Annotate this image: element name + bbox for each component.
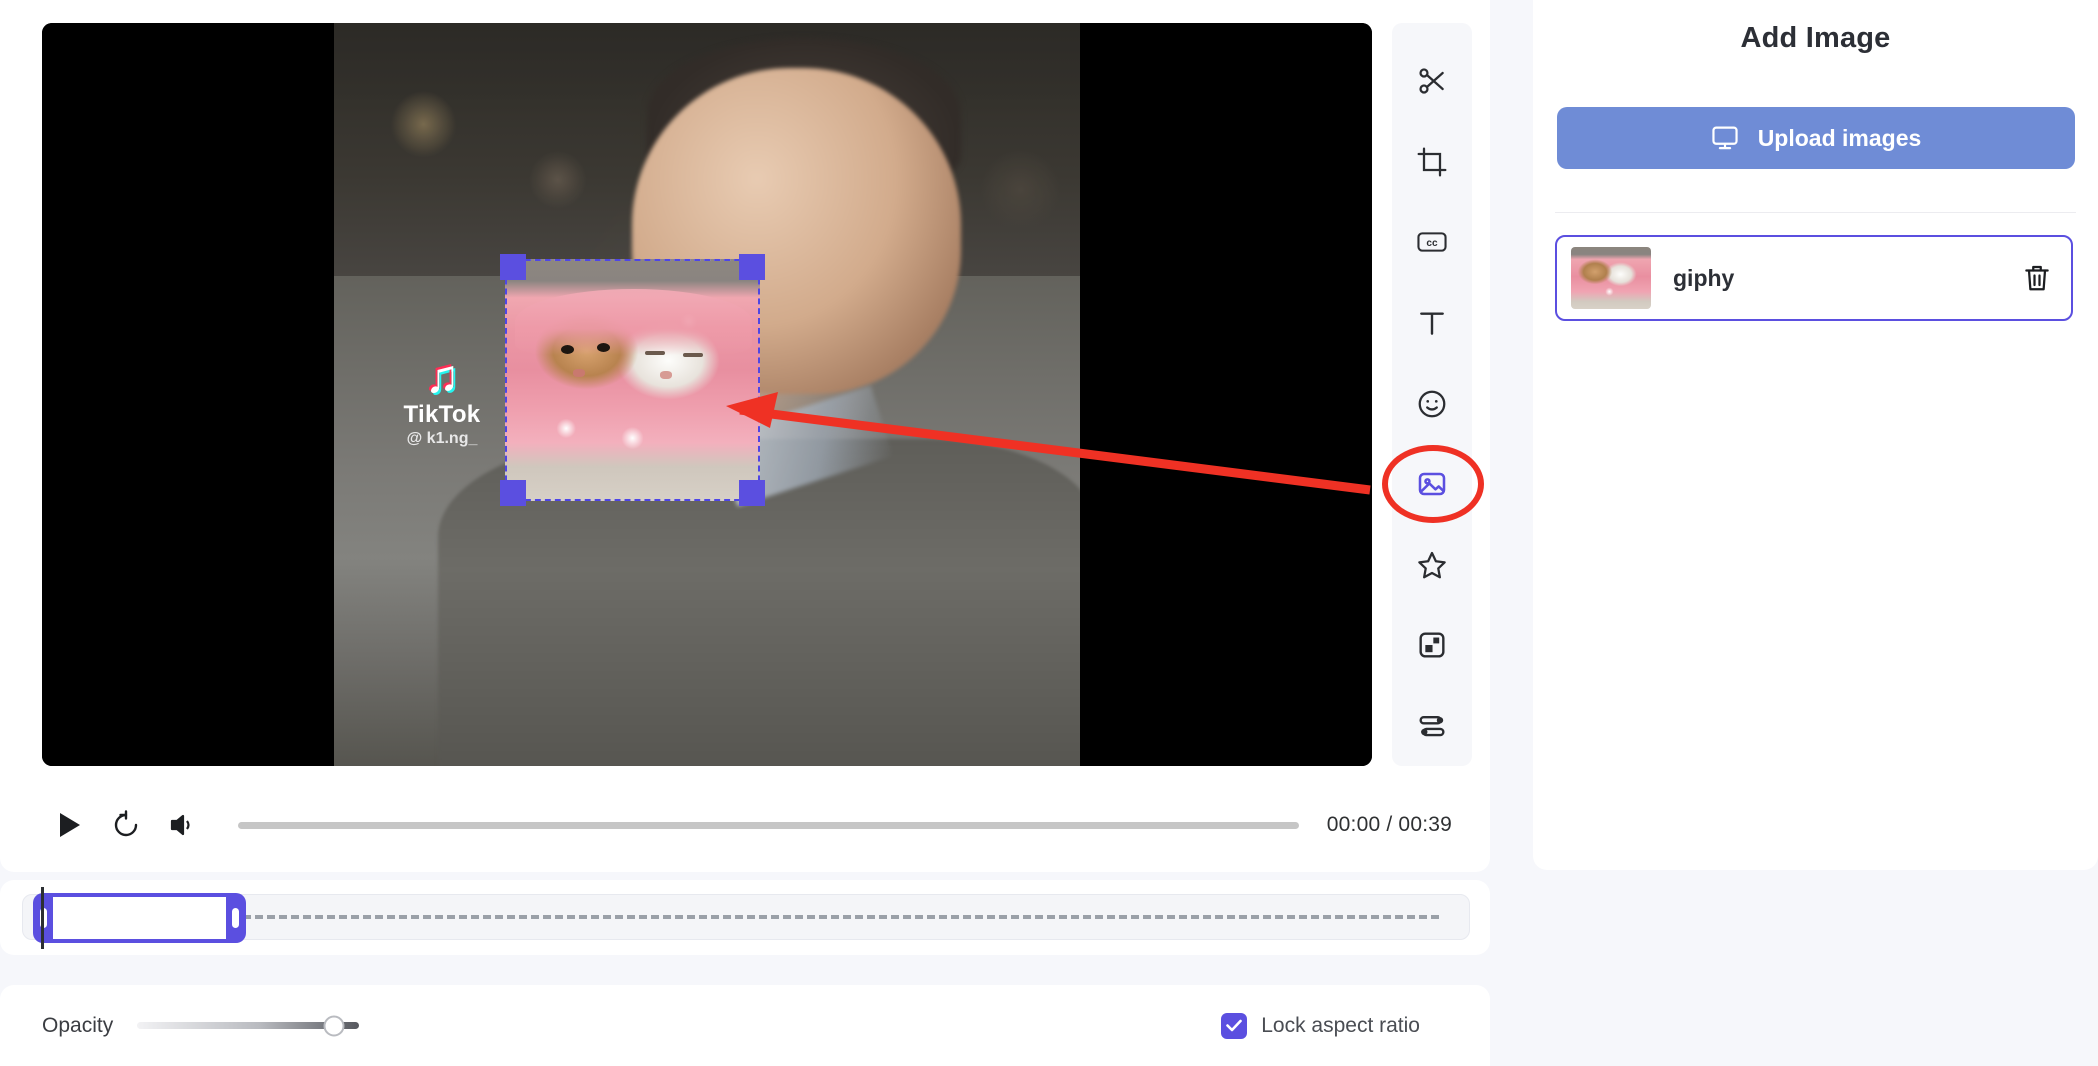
preview-stage-card: ♫ TikTok @ k1.ng_ 00:00 / 00:39 [0, 0, 1490, 872]
restart-icon [114, 810, 138, 837]
editor-column: ♫ TikTok @ k1.ng_ 00:00 / 00:39 Opacity … [0, 0, 1533, 1066]
timeline-dashed-line [63, 915, 1439, 919]
tool-text[interactable] [1401, 283, 1463, 364]
time-display: 00:00 / 00:39 [1326, 813, 1452, 836]
letterbox-bar-right [1080, 23, 1372, 766]
timeline-playhead[interactable] [41, 887, 44, 949]
tool-rail: cc [1392, 23, 1472, 766]
add-image-panel: Add Image Upload images giphy [1533, 0, 2098, 870]
tiktok-handle-label: @ k1.ng_ [406, 430, 478, 447]
tool-overlay[interactable] [1401, 605, 1463, 686]
play-icon [60, 813, 80, 837]
timeline-track[interactable] [22, 887, 1470, 949]
svg-text:cc: cc [1426, 239, 1438, 250]
timeline-card [0, 880, 1490, 955]
volume-icon [170, 814, 190, 836]
volume-button[interactable] [154, 803, 210, 847]
panel-title: Add Image [1740, 22, 1891, 54]
tiktok-watermark: ♫ TikTok @ k1.ng_ [382, 353, 502, 448]
image-icon [1418, 472, 1446, 496]
check-icon [1226, 1019, 1243, 1032]
lock-aspect-ratio-label: Lock aspect ratio [1261, 1013, 1420, 1037]
delete-image-button[interactable] [2017, 258, 2057, 298]
player-controls: 00:00 / 00:39 [42, 800, 1490, 850]
upload-images-label: Upload images [1757, 124, 1922, 151]
monitor-icon [1712, 126, 1738, 150]
tool-captions[interactable]: cc [1401, 202, 1463, 283]
restart-button[interactable] [98, 803, 154, 847]
tool-emoji[interactable] [1401, 363, 1463, 444]
selection-outline [505, 259, 760, 501]
crop-icon [1417, 147, 1447, 177]
opacity-slider-thumb[interactable] [323, 1015, 345, 1036]
timeline-clip-body [53, 897, 226, 939]
tool-split[interactable] [1401, 41, 1463, 122]
lock-aspect-ratio-checkbox[interactable] [1221, 1012, 1248, 1039]
letterbox-bar-left [42, 23, 334, 766]
text-icon [1420, 312, 1444, 335]
lock-aspect-ratio-control[interactable]: Lock aspect ratio [1221, 1012, 1448, 1039]
selected-overlay-image[interactable] [500, 254, 765, 506]
video-preview[interactable]: ♫ TikTok @ k1.ng_ [42, 23, 1372, 766]
upload-images-button[interactable]: Upload images [1556, 107, 2075, 169]
tool-effects[interactable] [1401, 524, 1463, 605]
timeline-clip[interactable] [33, 893, 246, 943]
resize-handle-bottom-right[interactable] [739, 480, 765, 506]
split-icon [1419, 68, 1444, 94]
tool-settings[interactable] [1401, 686, 1463, 767]
trash-icon [2025, 265, 2049, 291]
image-name-label: giphy [1673, 264, 1735, 291]
overlay-icon [1419, 632, 1445, 658]
opacity-slider[interactable] [137, 1015, 360, 1037]
tool-image[interactable] [1401, 444, 1463, 525]
properties-bar: Opacity Lock aspect ratio [0, 985, 1490, 1066]
image-list-item[interactable]: giphy [1555, 235, 2073, 321]
video-editor-app: ♫ TikTok @ k1.ng_ 00:00 / 00:39 Opacity … [0, 0, 2098, 1066]
clip-handle-right[interactable] [232, 908, 239, 928]
resize-handle-bottom-left[interactable] [500, 480, 526, 506]
captions-icon: cc [1417, 232, 1447, 253]
settings-icon [1419, 715, 1445, 737]
opacity-label: Opacity [42, 1013, 114, 1037]
tool-crop[interactable] [1401, 122, 1463, 203]
resize-handle-top-left[interactable] [500, 254, 526, 280]
image-thumbnail [1571, 247, 1651, 309]
play-button[interactable] [42, 803, 98, 847]
tiktok-note-icon: ♫ [424, 350, 460, 402]
panel-divider [1555, 212, 2076, 213]
emoji-icon [1418, 390, 1446, 417]
tiktok-brand-label: TikTok [403, 401, 481, 428]
video-progress-bar[interactable] [238, 821, 1299, 829]
resize-handle-top-right[interactable] [739, 254, 765, 280]
star-icon [1418, 551, 1446, 579]
